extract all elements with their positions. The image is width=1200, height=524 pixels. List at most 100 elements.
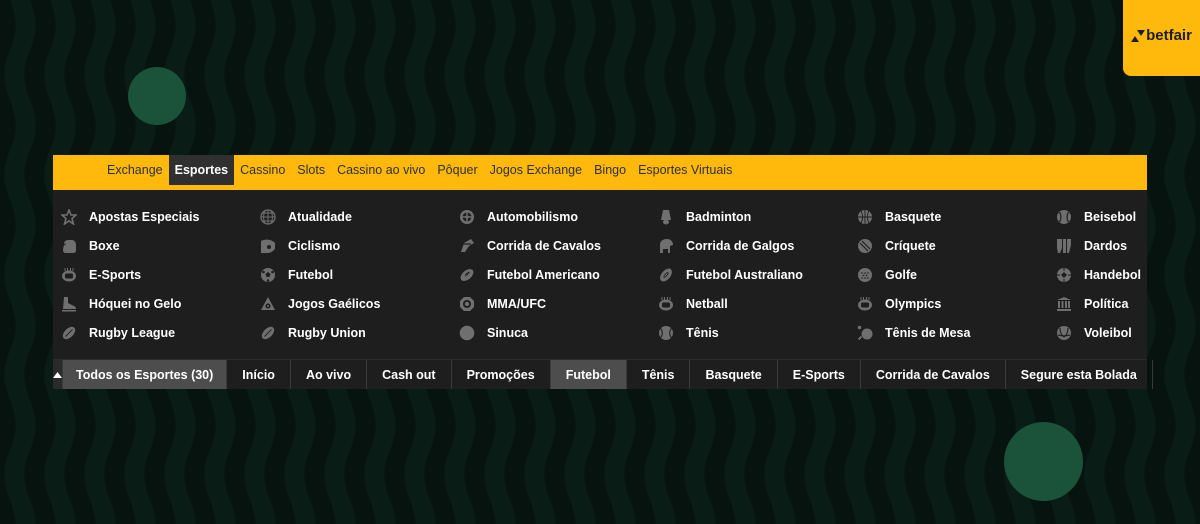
- sport-item-rugby-league[interactable]: Rugby League: [53, 318, 252, 347]
- sport-item-corrida-de-galgos[interactable]: Corrida de Galgos: [650, 231, 849, 260]
- sports-menu-panel: Exchange Esportes Cassino Slots Cassino ao v…: [53, 155, 1153, 389]
- sport-label: Badminton: [686, 209, 752, 224]
- stadium-icon: [60, 266, 77, 283]
- sport-item-e-sports[interactable]: E-Sports: [53, 260, 252, 289]
- top-nav-item-esportes-virtuais[interactable]: Esportes Virtuais: [632, 155, 738, 185]
- snooker-ball-icon: [458, 324, 475, 341]
- brand-logo-box[interactable]: betfair: [1123, 0, 1200, 76]
- sport-label: Atualidade: [288, 209, 352, 224]
- sport-label: Dardos: [1084, 238, 1128, 253]
- aussie-football-icon: [657, 266, 674, 283]
- sport-label: Handebol: [1084, 267, 1141, 282]
- sport-item-golfe[interactable]: Golfe: [849, 260, 1048, 289]
- cycling-helmet-icon: [259, 237, 276, 254]
- sport-label: Apostas Especiais: [89, 209, 200, 224]
- star-icon: [60, 208, 77, 225]
- sport-label: Jogos Gaélicos: [288, 296, 381, 311]
- sport-label: Corrida de Galgos: [686, 238, 795, 253]
- sport-item-badminton[interactable]: Badminton: [650, 202, 849, 231]
- stadium-icon: [657, 295, 674, 312]
- boxing-glove-icon: [60, 237, 77, 254]
- sport-label: Sinuca: [487, 325, 528, 340]
- sport-item-sinuca[interactable]: Sinuca: [451, 318, 650, 347]
- sport-label: Política: [1084, 296, 1129, 311]
- soccer-ball-icon: [259, 266, 276, 283]
- horse-racing-icon: [458, 237, 475, 254]
- sport-item-tenis-de-mesa[interactable]: Tênis de Mesa: [849, 318, 1048, 347]
- sport-label: Voleibol: [1084, 325, 1132, 340]
- sport-label: Corrida de Cavalos: [487, 238, 601, 253]
- collapse-toggle-button[interactable]: [53, 360, 63, 389]
- ice-skate-icon: [60, 295, 77, 312]
- sport-item-rugby-union[interactable]: Rugby Union: [252, 318, 451, 347]
- bottom-nav-item-cash-out[interactable]: Cash out: [367, 360, 452, 389]
- sport-item-mma-ufc[interactable]: MMA/UFC: [451, 289, 650, 318]
- bottom-nav-item-todos-os-esportes-30[interactable]: Todos os Esportes (30): [63, 360, 228, 389]
- stadium-icon: [856, 295, 873, 312]
- sport-item-beisebol[interactable]: Beisebol: [1048, 202, 1200, 231]
- top-nav-item-slots[interactable]: Slots: [291, 155, 331, 185]
- sport-item-futebol[interactable]: Futebol: [252, 260, 451, 289]
- betfair-arrows-icon: [1131, 29, 1146, 42]
- top-nav-item-p-quer[interactable]: Pôquer: [431, 155, 483, 185]
- sport-label: Tênis de Mesa: [885, 325, 971, 340]
- decorative-circle: [1004, 422, 1083, 501]
- betfair-logo: betfair: [1131, 27, 1192, 44]
- baseball-icon: [1055, 208, 1072, 225]
- top-nav-item-esportes[interactable]: Esportes: [168, 155, 235, 185]
- government-building-icon: [1055, 295, 1072, 312]
- bottom-nav-item-promocoes[interactable]: Promoções: [452, 360, 551, 389]
- top-nav-item-jogos-exchange[interactable]: Jogos Exchange: [484, 155, 588, 185]
- decorative-circle: [128, 67, 186, 125]
- bottom-nav-item-basquete[interactable]: Basquete: [690, 360, 778, 389]
- sport-item-futebol-australiano[interactable]: Futebol Australiano: [650, 260, 849, 289]
- bottom-nav-item-tenis[interactable]: Tênis: [627, 360, 691, 389]
- sport-label: Futebol: [288, 267, 334, 282]
- chevron-up-icon: [53, 371, 62, 378]
- top-nav-item-cassino[interactable]: Cassino: [234, 155, 291, 185]
- top-nav-item-cassino-ao-vivo[interactable]: Cassino ao vivo: [331, 155, 431, 185]
- sport-item-handebol[interactable]: Handebol: [1048, 260, 1200, 289]
- bottom-nav-item-e-sports[interactable]: E-Sports: [778, 360, 861, 389]
- sport-item-tenis[interactable]: Tênis: [650, 318, 849, 347]
- shuttlecock-icon: [657, 208, 674, 225]
- top-nav-item-exchange[interactable]: Exchange: [101, 155, 169, 185]
- sport-item-netball[interactable]: Netball: [650, 289, 849, 318]
- sport-item-voleibol[interactable]: Voleibol: [1048, 318, 1200, 347]
- sport-item-olympics[interactable]: Olympics: [849, 289, 1048, 318]
- sport-item-apostas-especiais[interactable]: Apostas Especiais: [53, 202, 252, 231]
- octagon-icon: [458, 295, 475, 312]
- bottom-nav-item-futebol[interactable]: Futebol: [550, 360, 627, 389]
- sport-item-politica[interactable]: Política: [1048, 289, 1200, 318]
- golf-ball-icon: [856, 266, 873, 283]
- sport-label: Beisebol: [1084, 209, 1137, 224]
- sport-item-automobilismo[interactable]: Automobilismo: [451, 202, 650, 231]
- sport-label: E-Sports: [89, 267, 142, 282]
- sports-grid: Apostas Especiais Atualidade Automobilismo…: [53, 190, 1147, 359]
- sport-label: Ciclismo: [288, 238, 341, 253]
- sport-item-corrida-de-cavalos[interactable]: Corrida de Cavalos: [451, 231, 650, 260]
- bottom-nav: Todos os Esportes (30) Início Ao vivo Cash …: [53, 359, 1153, 389]
- cricket-ball-icon: [856, 237, 873, 254]
- sport-item-ciclismo[interactable]: Ciclismo: [252, 231, 451, 260]
- top-nav-item-bingo[interactable]: Bingo: [588, 155, 632, 185]
- sport-item-hoquei-no-gelo[interactable]: Hóquei no Gelo: [53, 289, 252, 318]
- tennis-ball-icon: [657, 324, 674, 341]
- bottom-nav-item-corrida-de-cavalos[interactable]: Corrida de Cavalos: [861, 360, 1006, 389]
- sport-item-boxe[interactable]: Boxe: [53, 231, 252, 260]
- sport-item-atualidade[interactable]: Atualidade: [252, 202, 451, 231]
- sport-label: Boxe: [89, 238, 120, 253]
- bottom-nav-item-ao-vivo[interactable]: Ao vivo: [291, 360, 368, 389]
- sport-label: Netball: [686, 296, 728, 311]
- sport-item-dardos[interactable]: Dardos: [1048, 231, 1200, 260]
- sport-item-jogos-gaelicos[interactable]: Jogos Gaélicos: [252, 289, 451, 318]
- sport-item-criquete[interactable]: Críquete: [849, 231, 1048, 260]
- bottom-nav-item-inicio[interactable]: Início: [227, 360, 291, 389]
- rugby-ball-icon: [60, 324, 77, 341]
- sport-label: Futebol Americano: [487, 267, 600, 282]
- bottom-nav-item-segure-esta-bolada[interactable]: Segure esta Bolada: [1006, 360, 1153, 389]
- sport-item-basquete[interactable]: Basquete: [849, 202, 1048, 231]
- sport-item-futebol-americano[interactable]: Futebol Americano: [451, 260, 650, 289]
- basketball-icon: [856, 208, 873, 225]
- handball-icon: [1055, 266, 1072, 283]
